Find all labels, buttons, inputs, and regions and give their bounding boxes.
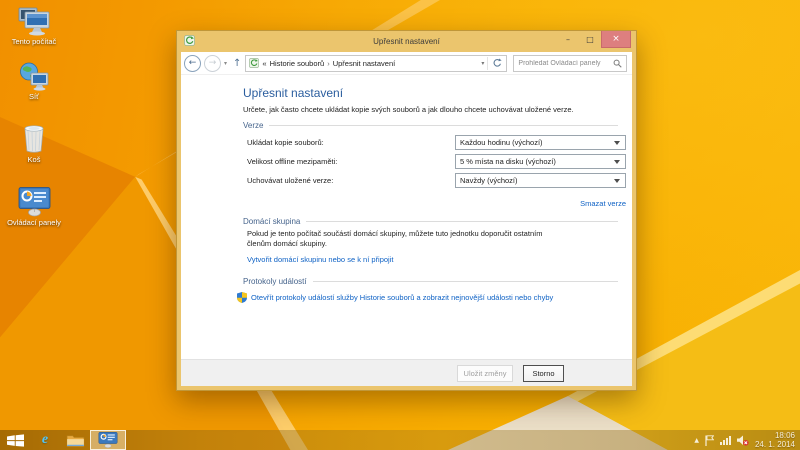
start-button[interactable]	[0, 430, 30, 450]
setting-row: Uchovávat uložené verze: Navždy (výchozí…	[243, 171, 626, 190]
maximize-button[interactable]: □	[579, 31, 601, 48]
computer-icon	[6, 5, 62, 36]
desktop-icon-recycle-bin[interactable]: Koš	[6, 123, 62, 165]
chevron-down-icon	[614, 179, 620, 183]
selected-value: Každou hodinu (výchozí)	[460, 138, 543, 147]
desktop-icon-network[interactable]: Síť	[6, 60, 62, 102]
dialog-footer: Uložit změny Storno	[181, 359, 632, 386]
cancel-button[interactable]: Storno	[523, 365, 564, 382]
page-intro: Určete, jak často chcete ukládat kopie s…	[243, 105, 626, 114]
search-icon[interactable]	[609, 59, 626, 68]
address-bar[interactable]: « Historie souborů › Upřesnit nastavení …	[245, 55, 507, 72]
volume-muted-icon[interactable]	[737, 435, 749, 446]
clock-date: 24. 1. 2014	[755, 440, 795, 449]
section-title: Verze	[243, 121, 263, 130]
window-body: ← → ▾ ↑ « Historie souborů › Upře	[181, 52, 632, 386]
desktop: Tento počítač Síť Koš	[0, 0, 800, 450]
search-box[interactable]	[513, 55, 627, 72]
taskbar-item-control-panel-active[interactable]	[90, 430, 126, 450]
page-title: Upřesnit nastavení	[243, 86, 626, 100]
search-input[interactable]	[514, 60, 609, 67]
desktop-icon-label: Síť	[6, 93, 62, 102]
desktop-icon-label: Tento počítač	[6, 38, 62, 47]
settings-page: Upřesnit nastavení Určete, jak často chc…	[181, 75, 632, 359]
control-panel-window: Upřesnit nastavení – □ × ← → ▾ ↑	[176, 30, 637, 391]
clock-time: 18:06	[755, 431, 795, 440]
folder-icon	[66, 433, 85, 447]
create-homegroup-link[interactable]: Vytvořit domácí skupinu nebo se k ní při…	[247, 255, 393, 264]
delete-versions-link[interactable]: Smazat verze	[580, 199, 626, 208]
navigation-toolbar: ← → ▾ ↑ « Historie souborů › Upře	[181, 52, 632, 75]
selected-value: Navždy (výchozí)	[460, 176, 518, 185]
setting-label: Velikost offline mezipaměti:	[243, 157, 455, 166]
setting-row: Ukládat kopie souborů: Každou hodinu (vý…	[243, 133, 626, 152]
show-hidden-icons-icon[interactable]: ▲	[694, 437, 699, 444]
recycle-bin-icon	[6, 123, 62, 154]
action-center-flag-icon[interactable]	[705, 435, 714, 446]
taskbar: e	[0, 430, 800, 450]
save-frequency-select[interactable]: Každou hodinu (výchozí)	[455, 135, 626, 150]
taskbar-item-internet-explorer[interactable]: e	[30, 430, 60, 450]
breadcrumb-parent[interactable]: Historie souborů	[270, 59, 325, 68]
desktop-icon-label: Ovládací panely	[6, 219, 62, 228]
save-changes-button[interactable]: Uložit změny	[457, 365, 513, 382]
internet-explorer-icon: e	[42, 432, 48, 448]
shield-icon	[237, 292, 247, 303]
offline-cache-select[interactable]: 5 % místa na disku (výchozí)	[455, 154, 626, 169]
taskbar-item-file-explorer[interactable]	[60, 430, 90, 450]
keep-versions-select[interactable]: Navždy (výchozí)	[455, 173, 626, 188]
desktop-icon-label: Koš	[6, 156, 62, 165]
address-dropdown-icon[interactable]: ▾	[478, 60, 487, 67]
section-event-logs: Protokoly událostí	[243, 277, 618, 286]
forward-button[interactable]: →	[204, 55, 221, 72]
minimize-button[interactable]: –	[557, 31, 579, 48]
setting-label: Uchovávat uložené verze:	[243, 176, 455, 185]
setting-row: Velikost offline mezipaměti: 5 % místa n…	[243, 152, 626, 171]
control-panel-icon	[98, 432, 118, 448]
refresh-icon[interactable]	[488, 58, 506, 68]
setting-label: Ukládat kopie souborů:	[243, 138, 455, 147]
back-button[interactable]: ←	[184, 55, 201, 72]
chevron-down-icon	[614, 141, 620, 145]
network-icon	[6, 60, 62, 91]
recent-pages-dropdown-icon[interactable]: ▾	[224, 60, 227, 67]
open-event-logs-link[interactable]: Otevřít protokoly událostí služby Histor…	[251, 293, 553, 302]
chevron-down-icon	[614, 160, 620, 164]
breadcrumb-current[interactable]: Upřesnit nastavení	[333, 59, 396, 68]
windows-logo-icon	[7, 434, 24, 447]
system-tray: ▲ 18:06 24. 1. 2014	[694, 431, 800, 449]
close-button[interactable]: ×	[601, 31, 631, 48]
selected-value: 5 % místa na disku (výchozí)	[460, 157, 556, 166]
breadcrumb-prefix[interactable]: «	[262, 59, 266, 68]
up-button[interactable]: ↑	[233, 58, 241, 69]
section-versions: Verze	[243, 121, 618, 130]
section-title: Domácí skupina	[243, 217, 300, 226]
network-signal-icon[interactable]	[720, 436, 731, 445]
section-title: Protokoly událostí	[243, 277, 307, 286]
desktop-icon-this-pc[interactable]: Tento počítač	[6, 5, 62, 47]
event-log-row: Otevřít protokoly událostí služby Histor…	[237, 292, 626, 303]
desktop-icon-control-panel[interactable]: Ovládací panely	[6, 186, 62, 228]
homegroup-description: Pokud je tento počítač součástí domácí s…	[247, 229, 553, 248]
breadcrumb-separator: ›	[327, 59, 330, 68]
control-panel-icon	[6, 186, 62, 217]
section-homegroup: Domácí skupina	[243, 217, 618, 226]
taskbar-clock[interactable]: 18:06 24. 1. 2014	[755, 431, 795, 449]
address-location-icon	[249, 58, 259, 68]
titlebar[interactable]: Upřesnit nastavení – □ ×	[177, 31, 636, 52]
